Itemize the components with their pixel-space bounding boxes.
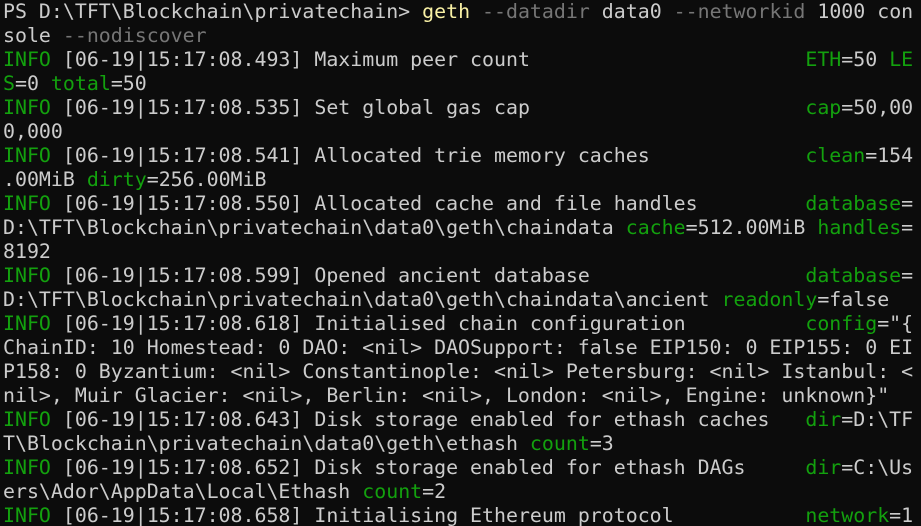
terminal-line: ChainID: 10 Homestead: 0 DAO: <nil> DAOS… [3,336,921,360]
terminal-text-segment: =512.00MiB [685,216,818,239]
terminal-text-segment: =0 [14,72,51,95]
terminal-text-segment: --nodiscover [50,24,207,47]
terminal-text-segment: [06-19|15:17:08.658] Initialising Ethere… [50,504,806,526]
terminal-text-segment: =1 [889,504,914,526]
terminal-text-segment: [06-19|15:17:08.550] Allocated cache and… [50,192,806,215]
terminal-line: nil>, Muir Glacier: <nil>, Berlin: <nil>… [3,384,921,408]
terminal-text-segment: --networkid [661,0,806,23]
terminal-text-segment: INFO [3,96,51,119]
terminal-text-segment: [06-19|15:17:08.618] Initialised chain c… [50,312,806,335]
terminal-text-segment: = [901,264,914,287]
terminal-line: INFO [06-19|15:17:08.541] Allocated trie… [3,144,921,168]
terminal-text-segment: total [50,72,111,95]
terminal-text-segment: 1000 con [805,0,914,23]
terminal-text-segment: .00MiB [3,168,87,191]
terminal-text-segment: ers\Ador\AppData\Local\Ethash [3,480,363,503]
terminal-text-segment: ETH [805,48,842,71]
terminal-text-segment: dir [805,456,842,479]
terminal-text-segment: INFO [3,144,51,167]
terminal-text-segment: nil>, Muir Glacier: <nil>, Berlin: <nil>… [3,384,890,407]
terminal-line: P158: 0 Byzantium: <nil> Constantinople:… [3,360,921,384]
terminal-text-segment: ="{ [877,312,914,335]
terminal-text-segment: config [805,312,878,335]
terminal-text-segment: D:\TFT\Blockchain\privatechain\data0\get… [3,288,722,311]
terminal-text-segment: PS D:\TFT\Blockchain\privatechain> [3,0,423,23]
terminal-line: D:\TFT\Blockchain\privatechain\data0\get… [3,288,921,312]
terminal-line: INFO [06-19|15:17:08.618] Initialised ch… [3,312,921,336]
terminal-text-segment: dirty [86,168,147,191]
terminal-text-segment: dir [805,408,842,431]
terminal-line: sole --nodiscover [3,24,921,48]
terminal-line: T\Blockchain\privatechain\data0\geth\eth… [3,432,921,456]
terminal-text-segment: =50 [110,72,147,95]
terminal-text-segment: INFO [3,264,51,287]
terminal-text-segment: =50,00 [841,96,914,119]
terminal-text-segment: [06-19|15:17:08.541] Allocated trie memo… [50,144,806,167]
terminal-text-segment: data0 [589,0,662,23]
terminal-text-segment: INFO [3,408,51,431]
terminal-text-segment: S [3,72,15,95]
terminal-text-segment: =C:\Us [841,456,914,479]
terminal-text-segment: INFO [3,504,51,526]
terminal-text-segment: 0,000 [3,120,63,143]
terminal-text-segment: [06-19|15:17:08.652] Disk storage enable… [50,456,806,479]
terminal-text-segment: T\Blockchain\privatechain\data0\geth\eth… [3,432,530,455]
terminal-line: S=0 total=50 [3,72,921,96]
terminal-text-segment: = [901,192,914,215]
terminal-text-segment: INFO [3,312,51,335]
terminal-line: 0,000 [3,120,921,144]
terminal-text-segment: =154 [865,144,914,167]
terminal-text-segment: network [805,504,890,526]
terminal-text-segment: count [362,480,423,503]
terminal-text-segment: [06-19|15:17:08.493] Maximum peer count [50,48,806,71]
terminal-text-segment: INFO [3,192,51,215]
terminal-text-segment: =false [817,288,890,311]
terminal-text-segment: count [529,432,590,455]
terminal-line: D:\TFT\Blockchain\privatechain\data0\get… [3,216,921,240]
terminal-text-segment: cap [805,96,842,119]
terminal-text-segment: --datadir [470,0,590,23]
terminal-line: ers\Ador\AppData\Local\Ethash count=2 [3,480,921,504]
terminal-text-segment: INFO [3,456,51,479]
terminal-line: PS D:\TFT\Blockchain\privatechain> geth … [3,0,921,24]
terminal-line: INFO [06-19|15:17:08.658] Initialising E… [3,504,921,526]
terminal-line: INFO [06-19|15:17:08.652] Disk storage e… [3,456,921,480]
terminal-text-segment: ChainID: 10 Homestead: 0 DAO: <nil> DAOS… [3,336,914,359]
terminal-text-segment: [06-19|15:17:08.599] Opened ancient data… [50,264,806,287]
terminal-text-segment: database [805,264,902,287]
terminal-text-segment: D:\TFT\Blockchain\privatechain\data0\get… [3,216,626,239]
terminal-text-segment: [06-19|15:17:08.643] Disk storage enable… [50,408,806,431]
terminal-line: INFO [06-19|15:17:08.535] Set global gas… [3,96,921,120]
terminal-text-segment: sole [3,24,51,47]
terminal-output[interactable]: PS D:\TFT\Blockchain\privatechain> geth … [3,0,921,526]
terminal-line: INFO [06-19|15:17:08.599] Opened ancient… [3,264,921,288]
terminal-text-segment: P158: 0 Byzantium: <nil> Constantinople:… [3,360,914,383]
terminal-line: INFO [06-19|15:17:08.550] Allocated cach… [3,192,921,216]
terminal-text-segment: =3 [589,432,614,455]
terminal-text-segment: clean [805,144,866,167]
terminal-text-segment: 8192 [3,240,51,263]
terminal-text-segment: =2 [422,480,447,503]
terminal-text-segment: cache [625,216,686,239]
terminal-text-segment: =256.00MiB [146,168,267,191]
terminal-text-segment: database [805,192,902,215]
terminal-text-segment: geth [422,0,471,23]
terminal-text-segment: handles [817,216,902,239]
terminal-text-segment: LE [889,48,914,71]
terminal-text-segment: INFO [3,48,51,71]
terminal-text-segment: = [901,216,914,239]
terminal-text-segment: =50 [841,48,890,71]
terminal-line: .00MiB dirty=256.00MiB [3,168,921,192]
terminal-line: INFO [06-19|15:17:08.643] Disk storage e… [3,408,921,432]
terminal-text-segment: =D:\TF [841,408,914,431]
terminal-text-segment: readonly [721,288,818,311]
terminal-line: 8192 [3,240,921,264]
terminal-line: INFO [06-19|15:17:08.493] Maximum peer c… [3,48,921,72]
terminal-text-segment: [06-19|15:17:08.535] Set global gas cap [50,96,806,119]
